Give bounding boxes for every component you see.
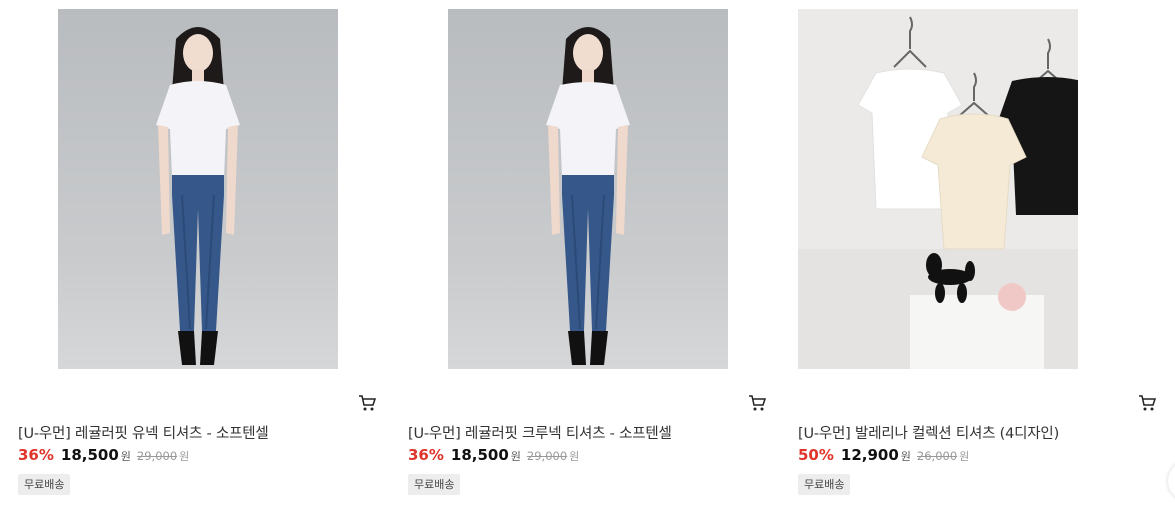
product-card[interactable]: [U-우먼] 발레리나 컬렉션 티셔츠 (4디자인) 50% 12,900 원 …: [798, 0, 1158, 507]
original-price: 29,000: [136, 449, 178, 463]
price-unit: 원: [120, 450, 131, 463]
cart-icon[interactable]: [748, 394, 767, 412]
original-price: 29,000: [526, 449, 568, 463]
product-image[interactable]: [448, 9, 728, 369]
sale-price: 12,900: [840, 446, 899, 464]
price-row: 36% 18,500 원 29,000 원: [408, 446, 579, 464]
free-shipping-badge: 무료배송: [18, 474, 71, 495]
product-title[interactable]: [U-우먼] 발레리나 컬렉션 티셔츠 (4디자인): [798, 422, 1059, 443]
price-row: 36% 18,500 원 29,000 원: [18, 446, 189, 464]
product-card[interactable]: [U-우먼] 레귤러핏 크루넥 티셔츠 - 소프텐셀 36% 18,500 원 …: [408, 0, 768, 507]
product-image[interactable]: [798, 9, 1078, 369]
product-title[interactable]: [U-우먼] 레귤러핏 유넥 티셔츠 - 소프텐셀: [18, 422, 269, 443]
free-shipping-badge: 무료배송: [408, 474, 461, 495]
price-row: 50% 12,900 원 26,000 원: [798, 446, 969, 464]
price-unit: 원: [900, 450, 911, 463]
cart-icon[interactable]: [358, 394, 377, 412]
price-unit: 원: [510, 450, 521, 463]
cart-icon[interactable]: [1138, 394, 1157, 412]
scroll-next-button[interactable]: [1168, 461, 1175, 501]
discount-rate: 36%: [408, 446, 444, 464]
product-card[interactable]: [U-우먼] 레귤러핏 유넥 티셔츠 - 소프텐셀 36% 18,500 원 2…: [18, 0, 378, 507]
original-price-unit: 원: [179, 450, 190, 463]
discount-rate: 36%: [18, 446, 54, 464]
original-price-unit: 원: [959, 450, 970, 463]
product-image[interactable]: [58, 9, 338, 369]
product-title[interactable]: [U-우먼] 레귤러핏 크루넥 티셔츠 - 소프텐셀: [408, 422, 672, 443]
discount-rate: 50%: [798, 446, 834, 464]
sale-price: 18,500: [450, 446, 509, 464]
free-shipping-badge: 무료배송: [798, 474, 851, 495]
original-price: 26,000: [916, 449, 958, 463]
original-price-unit: 원: [569, 450, 580, 463]
sale-price: 18,500: [60, 446, 119, 464]
